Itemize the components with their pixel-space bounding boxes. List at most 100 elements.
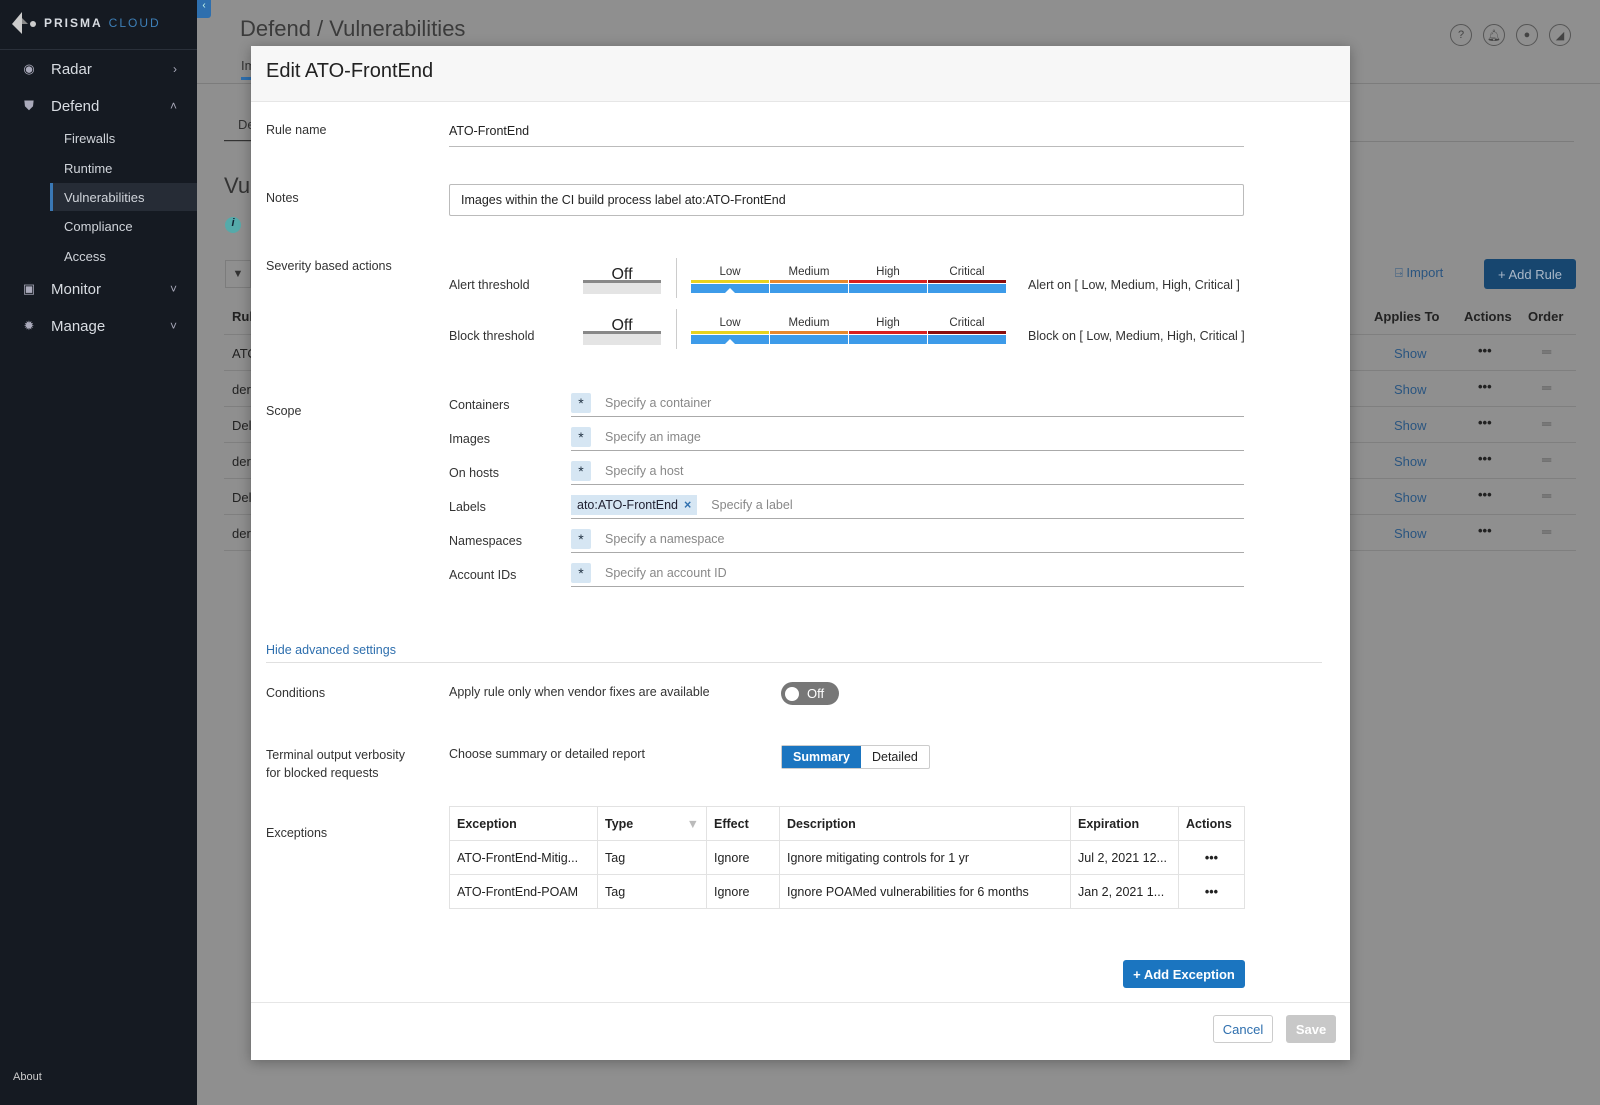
show-link[interactable]: Show: [1394, 526, 1427, 541]
placeholder: Specify an image: [605, 430, 701, 444]
more-actions-icon[interactable]: •••: [1178, 840, 1245, 875]
scope-input-labels[interactable]: ato:ATO-FrontEnd × Specify a label: [571, 492, 1244, 519]
show-link[interactable]: Show: [1394, 346, 1427, 361]
drag-handle-icon[interactable]: ═: [1542, 488, 1551, 503]
about-link[interactable]: About: [13, 1071, 42, 1083]
drag-handle-icon[interactable]: ═: [1542, 452, 1551, 467]
detailed-option[interactable]: Detailed: [861, 746, 929, 768]
sidebar-item-runtime[interactable]: Runtime: [50, 154, 197, 182]
wildcard-chip-icon[interactable]: *: [571, 529, 591, 549]
conditions-label: Conditions: [266, 686, 326, 700]
rule-name[interactable]: Del: [232, 418, 252, 433]
more-actions-icon[interactable]: •••: [1478, 343, 1492, 358]
col-actions: Actions: [1464, 309, 1512, 324]
wildcard-chip-icon[interactable]: *: [571, 427, 591, 447]
sidebar-item-radar[interactable]: ◉ Radar ›: [0, 53, 197, 85]
verbosity-label-2: for blocked requests: [266, 766, 379, 780]
hide-advanced-settings-link[interactable]: Hide advanced settings: [266, 643, 396, 657]
threshold-marker-icon[interactable]: [724, 288, 736, 294]
level-segment-critical[interactable]: [928, 335, 1006, 344]
col-effect[interactable]: Effect: [706, 806, 780, 841]
sidebar-item-monitor[interactable]: ▣ Monitor ˅: [0, 273, 197, 305]
filter-icon[interactable]: ▼: [225, 260, 251, 288]
show-link[interactable]: Show: [1394, 418, 1427, 433]
drag-handle-icon[interactable]: ═: [1542, 524, 1551, 539]
import-button[interactable]: ⍈ Import: [1395, 265, 1443, 281]
level-segment-medium[interactable]: [770, 284, 848, 293]
table-row[interactable]: ATO-FrontEnd-Mitig... Tag Ignore Ignore mit…: [449, 840, 1245, 875]
drag-handle-icon[interactable]: ═: [1542, 344, 1551, 359]
more-actions-icon[interactable]: •••: [1478, 523, 1492, 538]
add-rule-button[interactable]: + Add Rule: [1484, 259, 1576, 289]
sidebar: PRISMA CLOUD ◉ Radar › ⛊ Defend ˄ Firewalls R…: [0, 0, 197, 1105]
chart-icon[interactable]: ◢: [1549, 24, 1571, 46]
more-actions-icon[interactable]: •••: [1478, 379, 1492, 394]
help-icon[interactable]: ?: [1450, 24, 1472, 46]
level-segment-medium[interactable]: [770, 335, 848, 344]
cell: Ignore: [706, 840, 780, 875]
table-row[interactable]: ATO-FrontEnd-POAM Tag Ignore Ignore POAMed …: [449, 874, 1245, 909]
block-threshold-label: Block threshold: [449, 329, 535, 343]
rule-name[interactable]: der: [232, 526, 251, 541]
cancel-button[interactable]: Cancel: [1213, 1015, 1273, 1043]
tab-deployed[interactable]: De: [224, 117, 255, 141]
exceptions-table: Exception Type ▼ Effect Description Expir…: [449, 806, 1245, 909]
label-chip: ato:ATO-FrontEnd ×: [571, 495, 698, 515]
sidebar-item-firewalls[interactable]: Firewalls: [50, 124, 197, 152]
col-type[interactable]: Type ▼: [597, 806, 707, 841]
more-actions-icon[interactable]: •••: [1478, 415, 1492, 430]
wildcard-chip-icon[interactable]: *: [571, 563, 591, 583]
user-icon[interactable]: ●: [1516, 24, 1538, 46]
wildcard-chip-icon[interactable]: *: [571, 461, 591, 481]
sidebar-item-manage[interactable]: ✹ Manage ˅: [0, 310, 197, 342]
severity-label: Severity based actions: [266, 259, 392, 273]
threshold-marker-icon[interactable]: [724, 339, 736, 345]
add-exception-button[interactable]: + Add Exception: [1123, 960, 1245, 988]
radar-icon: ◉: [23, 61, 35, 76]
level-segment-high[interactable]: [849, 284, 927, 293]
sidebar-item-vulnerabilities[interactable]: Vulnerabilities: [50, 183, 197, 211]
rule-name-label: Rule name: [266, 123, 327, 137]
scope-input-images[interactable]: * Specify an image: [571, 424, 1244, 451]
alert-threshold-slider[interactable]: Off Low Medium High Critical: [583, 258, 1023, 306]
label: Radar: [51, 60, 92, 78]
save-button[interactable]: Save: [1286, 1015, 1336, 1043]
drag-handle-icon[interactable]: ═: [1542, 416, 1551, 431]
col-description[interactable]: Description: [779, 806, 1071, 841]
show-link[interactable]: Show: [1394, 490, 1427, 505]
scope-input-on-hosts[interactable]: * Specify a host: [571, 458, 1244, 485]
show-link[interactable]: Show: [1394, 382, 1427, 397]
level-segment-high[interactable]: [849, 335, 927, 344]
level-segment-critical[interactable]: [928, 284, 1006, 293]
block-threshold-slider[interactable]: Off Low Medium High Critical: [583, 309, 1023, 357]
rule-name[interactable]: der: [232, 382, 251, 397]
off-bar[interactable]: [583, 334, 661, 345]
summary-option[interactable]: Summary: [782, 746, 861, 768]
scope-input-containers[interactable]: * Specify a container: [571, 390, 1244, 417]
col-exception[interactable]: Exception: [449, 806, 598, 841]
gear-icon: ✹: [23, 318, 35, 333]
bell-icon[interactable]: 🔔︎: [1483, 24, 1505, 46]
col-expiration[interactable]: Expiration: [1070, 806, 1179, 841]
cell: Ignore: [706, 874, 780, 909]
sidebar-item-defend[interactable]: ⛊ Defend ˄: [0, 90, 197, 122]
off-bar[interactable]: [583, 283, 661, 294]
more-actions-icon[interactable]: •••: [1478, 487, 1492, 502]
sidebar-item-compliance[interactable]: Compliance: [50, 212, 197, 240]
rule-name-input[interactable]: ATO-FrontEnd: [449, 124, 1244, 147]
more-actions-icon[interactable]: •••: [1178, 874, 1245, 909]
scope-input-namespaces[interactable]: * Specify a namespace: [571, 526, 1244, 553]
drag-handle-icon[interactable]: ═: [1542, 380, 1551, 395]
collapse-sidebar-button[interactable]: ‹: [197, 0, 211, 18]
rule-name[interactable]: der: [232, 454, 251, 469]
sidebar-item-access[interactable]: Access: [50, 242, 197, 270]
scope-input-account-ids[interactable]: * Specify an account ID: [571, 560, 1244, 587]
filter-icon[interactable]: ▼: [687, 817, 699, 831]
rule-name[interactable]: Del: [232, 490, 252, 505]
remove-chip-icon[interactable]: ×: [684, 498, 691, 512]
vendor-fixes-toggle[interactable]: Off: [781, 682, 839, 705]
more-actions-icon[interactable]: •••: [1478, 451, 1492, 466]
wildcard-chip-icon[interactable]: *: [571, 393, 591, 413]
show-link[interactable]: Show: [1394, 454, 1427, 469]
notes-textarea[interactable]: Images within the CI build process label…: [449, 184, 1244, 216]
